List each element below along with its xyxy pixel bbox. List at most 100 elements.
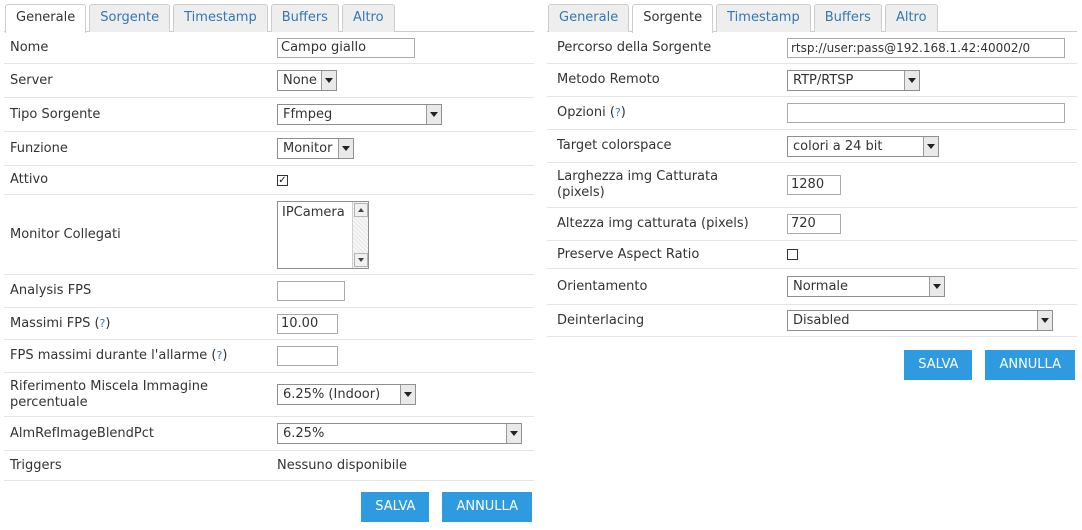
- chevron-down-icon: [400, 385, 415, 404]
- list-item[interactable]: IPCamera: [282, 205, 345, 220]
- label-deinterlacing: Deinterlacing: [557, 312, 645, 328]
- label-aspect: Preserve Aspect Ratio: [557, 246, 700, 262]
- tab-buffers[interactable]: Buffers: [813, 4, 882, 32]
- cancel-button[interactable]: ANNULLA: [985, 350, 1075, 380]
- row-analysis-fps: Analysis FPS: [4, 275, 534, 308]
- row-colorspace: Target colorspace colori a 24 bit: [547, 130, 1077, 163]
- chevron-down-icon: [506, 424, 521, 443]
- label-monitor-collegati: Monitor Collegati: [10, 226, 121, 242]
- label-colorspace: Target colorspace: [557, 138, 672, 153]
- chevron-down-icon: [426, 105, 441, 124]
- server-select[interactable]: None: [277, 70, 337, 91]
- row-metodo: Metodo Remoto RTP/RTSP: [547, 64, 1077, 97]
- scroll-up-icon[interactable]: [354, 202, 368, 217]
- tab-bar: Generale Sorgente Timestamp Buffers Altr…: [4, 4, 534, 33]
- nome-input[interactable]: Campo giallo: [277, 37, 415, 58]
- row-nome: Nome Campo giallo: [4, 32, 534, 64]
- rif-miscela-select[interactable]: 6.25% (Indoor): [277, 384, 416, 405]
- chevron-down-icon: [904, 70, 919, 90]
- row-massimi-fps: Massimi FPS (?) 10.00: [4, 308, 534, 340]
- tab-altro[interactable]: Altro: [341, 4, 395, 32]
- label-opzioni: Opzioni (?): [557, 105, 626, 120]
- form-buttons: SALVA ANNULLA: [547, 350, 1077, 380]
- altezza-input[interactable]: 720: [787, 214, 841, 234]
- tipo-sorgente-value: Ffmpeg: [283, 107, 333, 122]
- label-rif-miscela: Riferimento Miscela Immagine percentuale: [10, 378, 208, 410]
- row-larghezza: Larghezza img Catturata (pixels) 1280: [547, 163, 1077, 208]
- row-rif-miscela: Riferimento Miscela Immagine percentuale…: [4, 373, 534, 417]
- tab-sorgente[interactable]: Sorgente: [632, 4, 714, 33]
- label-altezza: Altezza img catturata (pixels): [557, 216, 749, 231]
- label-tipo-sorgente: Tipo Sorgente: [10, 106, 101, 122]
- server-value: None: [283, 73, 317, 88]
- tab-bar: Generale Sorgente Timestamp Buffers Altr…: [547, 4, 1077, 33]
- chevron-down-icon: [338, 139, 353, 158]
- row-funzione: Funzione Monitor: [4, 132, 534, 166]
- orientamento-select[interactable]: Normale: [787, 276, 945, 297]
- opzioni-input[interactable]: [787, 103, 1065, 123]
- row-fps-allarme: FPS massimi durante l'allarme (?): [4, 340, 534, 373]
- label-percorso: Percorso della Sorgente: [557, 39, 712, 55]
- monitor-general-panel: Generale Sorgente Timestamp Buffers Altr…: [4, 4, 534, 522]
- metodo-select[interactable]: RTP/RTSP: [787, 69, 920, 91]
- chevron-down-icon: [1037, 311, 1052, 330]
- tab-generale[interactable]: Generale: [548, 4, 630, 32]
- row-tipo-sorgente: Tipo Sorgente Ffmpeg: [4, 98, 534, 132]
- monitor-collegati-listbox[interactable]: IPCamera: [277, 200, 369, 269]
- label-metodo: Metodo Remoto: [557, 72, 660, 87]
- row-monitor-collegati: Monitor Collegati IPCamera: [4, 195, 534, 275]
- chevron-down-icon: [923, 136, 938, 156]
- percorso-input[interactable]: rtsp://user:pass@192.168.1.42:40002/0: [787, 37, 1065, 58]
- row-deinterlacing: Deinterlacing Disabled: [547, 305, 1077, 337]
- massimi-fps-input[interactable]: 10.00: [277, 313, 338, 334]
- label-attivo: Attivo: [10, 172, 49, 187]
- row-altezza: Altezza img catturata (pixels) 720: [547, 208, 1077, 241]
- cancel-button[interactable]: ANNULLA: [442, 492, 532, 522]
- label-alm-ref: AlmRefImageBlendPct: [10, 425, 155, 441]
- label-analysis-fps: Analysis FPS: [10, 283, 92, 298]
- larghezza-input[interactable]: 1280: [787, 175, 841, 195]
- deinterlacing-select[interactable]: Disabled: [787, 310, 1053, 331]
- row-triggers: Triggers Nessuno disponibile: [4, 451, 534, 481]
- label-larghezza: Larghezza img Catturata (pixels): [557, 169, 719, 200]
- scroll-down-icon[interactable]: [354, 252, 368, 267]
- row-alm-ref: AlmRefImageBlendPct 6.25%: [4, 417, 534, 451]
- aspect-checkbox[interactable]: [787, 249, 798, 260]
- label-triggers: Triggers: [10, 457, 62, 473]
- analysis-fps-input[interactable]: [277, 281, 345, 301]
- label-server: Server: [10, 72, 53, 88]
- tab-generale[interactable]: Generale: [5, 4, 87, 33]
- colorspace-select[interactable]: colori a 24 bit: [787, 135, 939, 157]
- row-orientamento: Orientamento Normale: [547, 269, 1077, 305]
- row-attivo: Attivo ✓: [4, 166, 534, 195]
- attivo-checkbox[interactable]: ✓: [277, 174, 288, 186]
- tab-timestamp[interactable]: Timestamp: [716, 4, 811, 32]
- tab-altro[interactable]: Altro: [884, 4, 938, 32]
- scrollbar[interactable]: [352, 201, 368, 268]
- funzione-select[interactable]: Monitor: [277, 138, 354, 159]
- tab-buffers[interactable]: Buffers: [270, 4, 339, 32]
- chevron-down-icon: [929, 277, 944, 296]
- tab-timestamp[interactable]: Timestamp: [173, 4, 268, 32]
- save-button[interactable]: SALVA: [904, 350, 973, 380]
- row-opzioni: Opzioni (?): [547, 97, 1077, 130]
- monitor-source-panel: Generale Sorgente Timestamp Buffers Altr…: [547, 4, 1077, 380]
- deinterlacing-value: Disabled: [793, 313, 850, 328]
- label-fps-allarme: FPS massimi durante l'allarme (?): [10, 348, 228, 363]
- label-orientamento: Orientamento: [557, 278, 648, 294]
- rif-miscela-value: 6.25% (Indoor): [283, 387, 381, 402]
- tipo-sorgente-select[interactable]: Ffmpeg: [277, 104, 442, 125]
- save-button[interactable]: SALVA: [361, 492, 430, 522]
- tab-sorgente[interactable]: Sorgente: [89, 4, 171, 32]
- colorspace-value: colori a 24 bit: [793, 138, 883, 154]
- chevron-down-icon: [321, 71, 336, 90]
- triggers-value: Nessuno disponibile: [277, 458, 407, 473]
- row-aspect: Preserve Aspect Ratio: [547, 241, 1077, 269]
- funzione-value: Monitor: [283, 141, 333, 156]
- label-massimi-fps: Massimi FPS (?): [10, 315, 111, 331]
- label-funzione: Funzione: [10, 140, 68, 156]
- row-server: Server None: [4, 64, 534, 98]
- fps-allarme-input[interactable]: [277, 346, 338, 366]
- metodo-value: RTP/RTSP: [793, 72, 854, 88]
- alm-ref-select[interactable]: 6.25%: [277, 423, 522, 444]
